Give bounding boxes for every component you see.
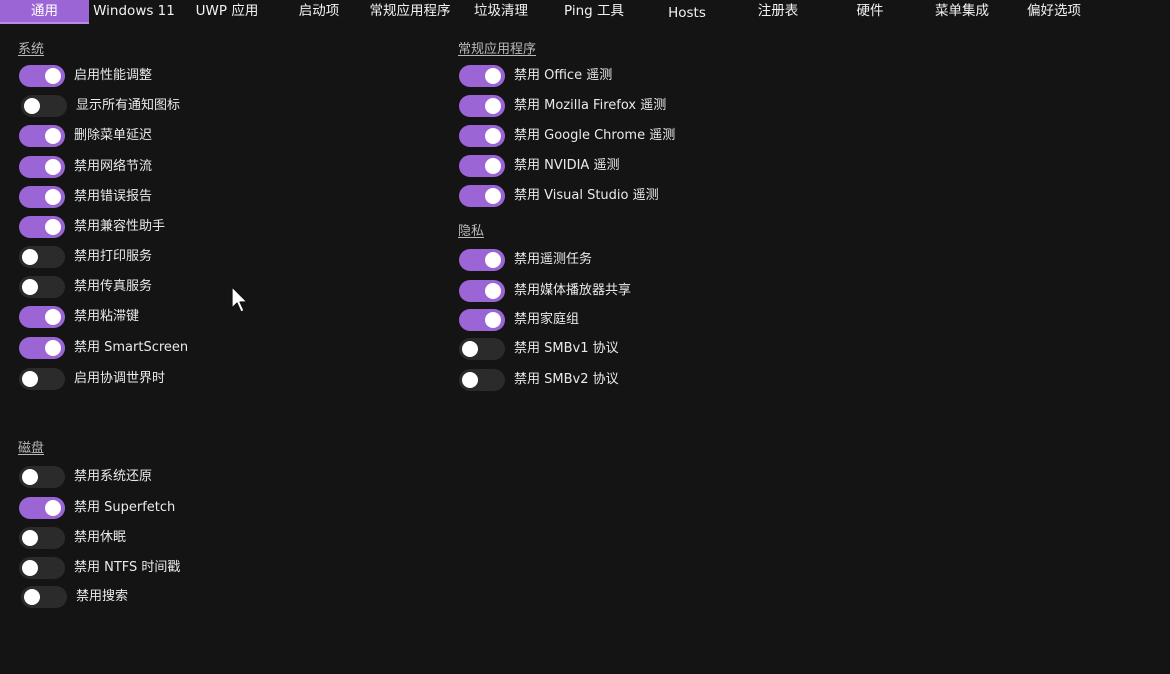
toggle-label: 禁用兼容性助手 bbox=[74, 219, 166, 234]
section-title-system: 系统 bbox=[18, 42, 45, 57]
toggle-switch[interactable] bbox=[459, 309, 505, 331]
mouse-pointer-icon bbox=[231, 286, 248, 313]
toggle-switch[interactable] bbox=[459, 369, 505, 391]
toggle-switch[interactable] bbox=[459, 280, 505, 302]
toggle-switch[interactable] bbox=[19, 466, 65, 488]
toggle-label: 禁用媒体播放器共享 bbox=[514, 283, 632, 298]
toggle-knob bbox=[24, 98, 40, 114]
toggle-knob bbox=[485, 312, 501, 328]
toggle-knob bbox=[45, 189, 61, 205]
toggle-knob bbox=[485, 128, 501, 144]
tab-windows-11[interactable]: Windows 11 bbox=[89, 0, 179, 22]
toggle-knob bbox=[22, 469, 38, 485]
tab-bar: 通用 Windows 11 UWP 应用 启动项 常规应用程序 垃圾清理 Pin… bbox=[0, 0, 1170, 24]
tab-preferences[interactable]: 偏好选项 bbox=[1009, 0, 1099, 22]
tab-common-apps[interactable]: 常规应用程序 bbox=[364, 0, 456, 22]
toggle-label: 禁用遥测任务 bbox=[514, 252, 593, 267]
tab-uwp-apps[interactable]: UWP 应用 bbox=[182, 0, 272, 22]
toggle-label: 禁用 NTFS 时间戳 bbox=[74, 560, 181, 575]
toggle-label: 禁用打印服务 bbox=[74, 249, 153, 264]
toggle-switch[interactable] bbox=[19, 125, 65, 147]
toggle-knob bbox=[485, 98, 501, 114]
tab-hardware[interactable]: 硬件 bbox=[825, 0, 915, 22]
toggle-knob bbox=[45, 159, 61, 175]
toggle-label: 禁用系统还原 bbox=[74, 469, 153, 484]
toggle-knob bbox=[22, 530, 38, 546]
toggle-label: 禁用 NVIDIA 遥测 bbox=[514, 158, 620, 173]
section-title-disk: 磁盘 bbox=[18, 441, 45, 456]
toggle-knob bbox=[462, 372, 478, 388]
toggle-label: 禁用 Visual Studio 遥测 bbox=[514, 188, 659, 203]
toggle-knob bbox=[45, 219, 61, 235]
toggle-label: 禁用 Mozilla Firefox 遥测 bbox=[514, 98, 667, 113]
toggle-knob bbox=[22, 249, 38, 265]
toggle-label: 禁用传真服务 bbox=[74, 279, 153, 294]
tab-general[interactable]: 通用 bbox=[0, 0, 89, 24]
section-title-common-apps: 常规应用程序 bbox=[458, 42, 537, 57]
toggle-knob bbox=[22, 279, 38, 295]
tab-menu-integration[interactable]: 菜单集成 bbox=[917, 0, 1007, 22]
toggle-knob bbox=[462, 341, 478, 357]
toggle-knob bbox=[485, 188, 501, 204]
toggle-switch[interactable] bbox=[19, 557, 65, 579]
toggle-label: 删除菜单延迟 bbox=[74, 128, 153, 143]
toggle-knob bbox=[24, 589, 40, 605]
toggle-knob bbox=[485, 252, 501, 268]
toggle-switch[interactable] bbox=[459, 249, 505, 271]
toggle-label: 禁用 SmartScreen bbox=[74, 340, 189, 355]
toggle-switch[interactable] bbox=[19, 497, 65, 519]
toggle-label: 启用性能调整 bbox=[74, 68, 153, 83]
toggle-switch[interactable] bbox=[21, 586, 67, 608]
toggle-switch[interactable] bbox=[19, 156, 65, 178]
toggle-knob bbox=[45, 68, 61, 84]
tab-ping-tool[interactable]: Ping 工具 bbox=[548, 0, 640, 22]
toggle-switch[interactable] bbox=[459, 185, 505, 207]
toggle-label: 禁用 Superfetch bbox=[74, 500, 176, 515]
toggle-switch[interactable] bbox=[459, 125, 505, 147]
toggle-switch[interactable] bbox=[21, 95, 67, 117]
tab-registry[interactable]: 注册表 bbox=[733, 0, 823, 22]
toggle-label: 禁用 SMBv1 协议 bbox=[514, 341, 619, 356]
toggle-label: 禁用家庭组 bbox=[514, 312, 580, 327]
section-title-privacy: 隐私 bbox=[458, 224, 485, 239]
toggle-switch[interactable] bbox=[459, 95, 505, 117]
toggle-knob bbox=[22, 560, 38, 576]
toggle-switch[interactable] bbox=[19, 246, 65, 268]
toggle-switch[interactable] bbox=[459, 155, 505, 177]
toggle-switch[interactable] bbox=[19, 186, 65, 208]
toggle-knob bbox=[45, 340, 61, 356]
toggle-knob bbox=[45, 128, 61, 144]
toggle-switch[interactable] bbox=[19, 276, 65, 298]
toggle-label: 启用协调世界时 bbox=[74, 371, 166, 386]
toggle-label: 禁用粘滞键 bbox=[74, 309, 140, 324]
toggle-label: 禁用 Office 遥测 bbox=[514, 68, 613, 83]
tab-startup[interactable]: 启动项 bbox=[274, 0, 364, 22]
toggle-switch[interactable] bbox=[19, 65, 65, 87]
toggle-knob bbox=[485, 68, 501, 84]
toggle-switch[interactable] bbox=[459, 65, 505, 87]
toggle-label: 禁用网络节流 bbox=[74, 159, 153, 174]
toggle-label: 禁用休眠 bbox=[74, 530, 127, 545]
toggle-knob bbox=[22, 371, 38, 387]
toggle-label: 禁用错误报告 bbox=[74, 189, 153, 204]
toggle-switch[interactable] bbox=[19, 337, 65, 359]
toggle-switch[interactable] bbox=[19, 306, 65, 328]
toggle-knob bbox=[485, 283, 501, 299]
tab-hosts[interactable]: Hosts bbox=[641, 2, 733, 24]
settings-window: 通用 Windows 11 UWP 应用 启动项 常规应用程序 垃圾清理 Pin… bbox=[0, 0, 1170, 674]
tab-junk-cleanup[interactable]: 垃圾清理 bbox=[456, 0, 546, 22]
toggle-knob bbox=[45, 500, 61, 516]
toggle-switch[interactable] bbox=[459, 338, 505, 360]
toggle-label: 禁用 SMBv2 协议 bbox=[514, 372, 619, 387]
toggle-switch[interactable] bbox=[19, 527, 65, 549]
toggle-knob bbox=[485, 158, 501, 174]
toggle-switch[interactable] bbox=[19, 216, 65, 238]
toggle-knob bbox=[45, 309, 61, 325]
toggle-switch[interactable] bbox=[19, 368, 65, 390]
toggle-label: 禁用搜索 bbox=[76, 589, 129, 604]
toggle-label: 禁用 Google Chrome 遥测 bbox=[514, 128, 676, 143]
toggle-label: 显示所有通知图标 bbox=[76, 98, 181, 113]
